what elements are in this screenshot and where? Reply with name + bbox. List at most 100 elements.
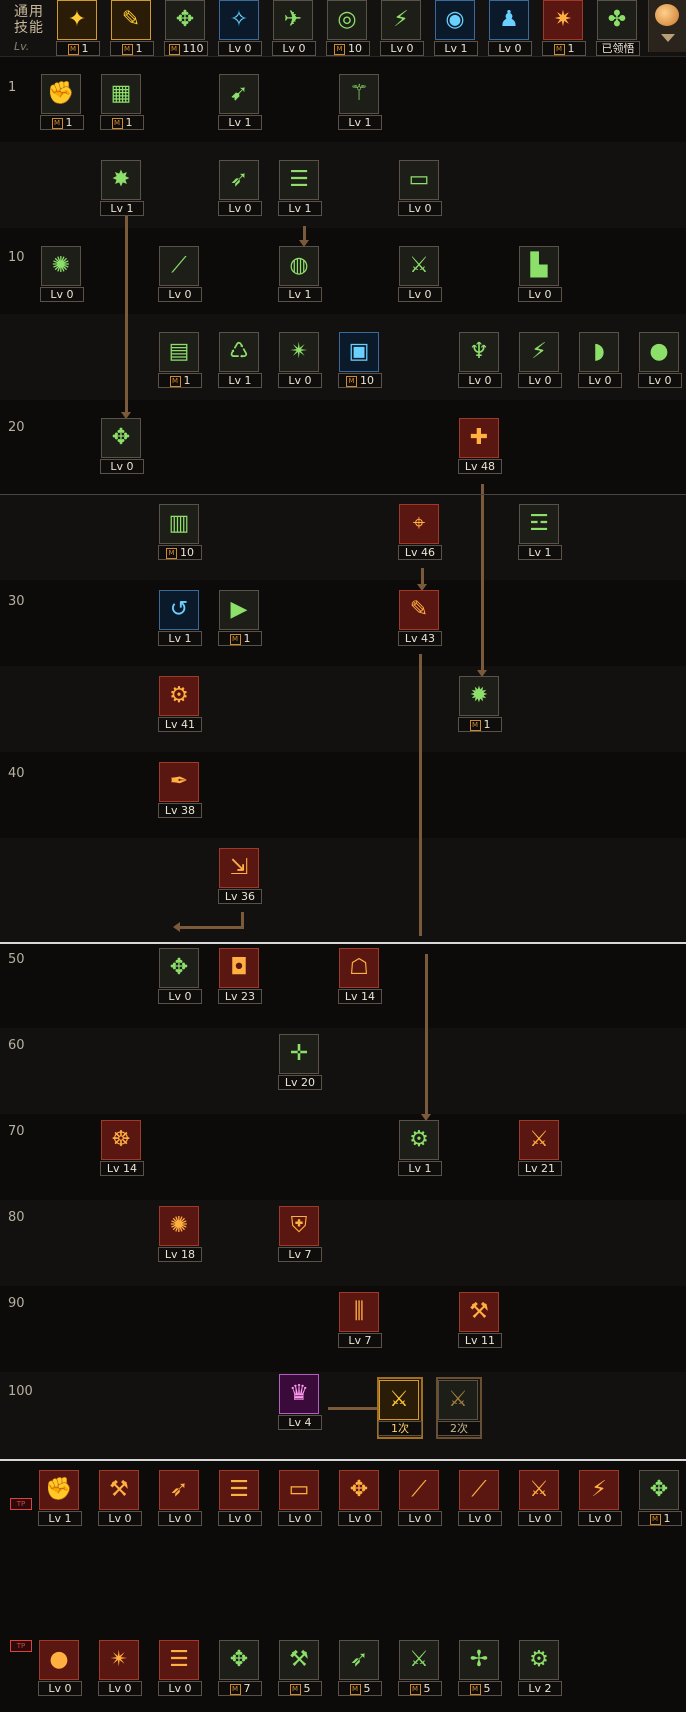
- common-skill-11[interactable]: ✤ 已领悟: [596, 0, 640, 58]
- skill-node[interactable]: ▥ M 10: [158, 504, 202, 562]
- skill-node[interactable]: ⚙ Lv 1: [398, 1120, 442, 1178]
- first-awakening-skill[interactable]: ⚔ 1次: [378, 1380, 422, 1438]
- skill-node[interactable]: ⚙ Lv 41: [158, 676, 202, 734]
- passive-skill[interactable]: ✴ Lv 0: [98, 1640, 142, 1698]
- skill-node[interactable]: ⌖ Lv 46: [398, 504, 442, 562]
- skill-icon: ✥: [219, 1640, 259, 1680]
- skill-icon: ▣: [339, 332, 379, 372]
- skill-node[interactable]: ⇲ Lv 36: [218, 848, 262, 906]
- character-avatar-button[interactable]: [648, 0, 686, 52]
- skill-node[interactable]: ▙ Lv 0: [518, 246, 562, 304]
- skill-node[interactable]: ● Lv 0: [638, 332, 682, 390]
- tier-tab-icon[interactable]: TP: [10, 1498, 32, 1510]
- skill-node[interactable]: ♛ Lv 4: [278, 1374, 322, 1432]
- skill-node[interactable]: ✥ Lv 0: [100, 418, 144, 476]
- skill-level-label: Lv 0: [158, 989, 202, 1004]
- skill-node[interactable]: ✛ Lv 20: [278, 1034, 322, 1092]
- skill-icon: ◎: [327, 0, 367, 40]
- skill-glyph-icon: ✎: [121, 7, 141, 32]
- common-skill-5[interactable]: ✈ Lv 0: [272, 0, 316, 58]
- common-skill-10[interactable]: ✷ M 1: [542, 0, 586, 58]
- passive-skill[interactable]: ⚒ Lv 0: [98, 1470, 142, 1528]
- passive-skill[interactable]: ✥ M 7: [218, 1640, 262, 1698]
- common-skill-3[interactable]: ✥ M 110: [164, 0, 208, 58]
- skill-node[interactable]: ▭ Lv 0: [398, 160, 442, 218]
- skill-node[interactable]: ✊ M 1: [40, 74, 84, 132]
- passive-skill[interactable]: ▭ Lv 0: [278, 1470, 322, 1528]
- skill-glyph-icon: ✈: [283, 7, 303, 32]
- passive-skill[interactable]: ⚡ Lv 0: [578, 1470, 622, 1528]
- common-skill-4[interactable]: ✧ Lv 0: [218, 0, 262, 58]
- common-skill-9[interactable]: ♟ Lv 0: [488, 0, 532, 58]
- skill-glyph-icon: ♛: [289, 1381, 309, 1406]
- skill-node[interactable]: ✚ Lv 48: [458, 418, 502, 476]
- passive-skill[interactable]: ➶ Lv 0: [158, 1470, 202, 1528]
- common-skill-1[interactable]: ✦ M 1: [56, 0, 100, 58]
- common-skills-subtitle: Lv.: [14, 40, 30, 53]
- passive-skill[interactable]: ● Lv 0: [38, 1640, 82, 1698]
- skill-glyph-icon: ☲: [529, 511, 549, 536]
- skill-node[interactable]: ⚒ Lv 11: [458, 1292, 502, 1350]
- passive-skill[interactable]: ✥ Lv 0: [338, 1470, 382, 1528]
- skill-node[interactable]: ⚡ Lv 0: [518, 332, 562, 390]
- skill-node[interactable]: ✒ Lv 38: [158, 762, 202, 820]
- skill-node[interactable]: ⚔ Lv 0: [398, 246, 442, 304]
- skill-level-label: Lv 0: [458, 1511, 502, 1526]
- passive-skill[interactable]: ✥ M 1: [638, 1470, 682, 1528]
- skill-glyph-icon: ✹: [469, 683, 489, 708]
- passive-skill[interactable]: ⚔ M 5: [398, 1640, 442, 1698]
- skill-level-text: 110: [182, 42, 204, 55]
- tree-row-band: [0, 1028, 686, 1114]
- second-awakening-skill[interactable]: ⚔ 2次: [437, 1380, 481, 1438]
- skill-glyph-icon: ✊: [45, 1477, 73, 1502]
- skill-node[interactable]: ▦ M 1: [100, 74, 144, 132]
- passive-skill[interactable]: ☰ Lv 0: [218, 1470, 262, 1528]
- skill-node[interactable]: ➹ Lv 1: [218, 74, 262, 132]
- skill-node[interactable]: ◍ Lv 1: [278, 246, 322, 304]
- passive-skill[interactable]: ☰ Lv 0: [158, 1640, 202, 1698]
- skill-node[interactable]: ⚚ Lv 1: [338, 74, 382, 132]
- passive-skill[interactable]: ⚙ Lv 2: [518, 1640, 562, 1698]
- skill-node[interactable]: ✺ Lv 18: [158, 1206, 202, 1264]
- skill-node[interactable]: ⚔ Lv 21: [518, 1120, 562, 1178]
- skill-node[interactable]: ➶ Lv 0: [218, 160, 262, 218]
- passive-skill[interactable]: ⚔ Lv 0: [518, 1470, 562, 1528]
- skill-node[interactable]: ✴ Lv 0: [278, 332, 322, 390]
- skill-node[interactable]: ▤ M 1: [158, 332, 202, 390]
- connector-line: [303, 226, 306, 240]
- skill-node[interactable]: ✎ Lv 43: [398, 590, 442, 648]
- skill-node[interactable]: ☰ Lv 1: [278, 160, 322, 218]
- skill-node[interactable]: ◘ Lv 23: [218, 948, 262, 1006]
- skill-node[interactable]: ☸ Lv 14: [100, 1120, 144, 1178]
- skill-node[interactable]: ⟋ Lv 0: [158, 246, 202, 304]
- common-skill-7[interactable]: ⚡ Lv 0: [380, 0, 424, 58]
- skill-node[interactable]: ☖ Lv 14: [338, 948, 382, 1006]
- passive-skill[interactable]: ✊ Lv 1: [38, 1470, 82, 1528]
- level-label: 60: [8, 1038, 25, 1053]
- skill-level-label: Lv 0: [638, 373, 682, 388]
- tree-row-band: [0, 1200, 686, 1286]
- passive-skill[interactable]: ✢ M 5: [458, 1640, 502, 1698]
- skill-node[interactable]: ⫼ Lv 7: [338, 1292, 382, 1350]
- common-skill-2[interactable]: ✎ M 1: [110, 0, 154, 58]
- skill-node[interactable]: ♆ Lv 0: [458, 332, 502, 390]
- passive-skill[interactable]: ⟋ Lv 0: [458, 1470, 502, 1528]
- skill-node[interactable]: ✺ Lv 0: [40, 246, 84, 304]
- skill-node[interactable]: ▣ M 10: [338, 332, 382, 390]
- skill-node[interactable]: ▶ M 1: [218, 590, 262, 648]
- skill-node[interactable]: ↺ Lv 1: [158, 590, 202, 648]
- skill-node[interactable]: ♺ Lv 1: [218, 332, 262, 390]
- master-badge-icon: M: [334, 44, 345, 55]
- skill-node[interactable]: ◗ Lv 0: [578, 332, 622, 390]
- skill-node[interactable]: ✸ Lv 1: [100, 160, 144, 218]
- skill-node[interactable]: ☲ Lv 1: [518, 504, 562, 562]
- skill-node[interactable]: ✹ M 1: [458, 676, 502, 734]
- common-skill-6[interactable]: ◎ M 10: [326, 0, 370, 58]
- passive-skill[interactable]: ⟋ Lv 0: [398, 1470, 442, 1528]
- common-skill-8[interactable]: ◉ Lv 1: [434, 0, 478, 58]
- tier-tab-icon[interactable]: TP: [10, 1640, 32, 1652]
- passive-skill[interactable]: ⚒ M 5: [278, 1640, 322, 1698]
- skill-node[interactable]: ✥ Lv 0: [158, 948, 202, 1006]
- passive-skill[interactable]: ➶ M 5: [338, 1640, 382, 1698]
- skill-node[interactable]: ⛨ Lv 7: [278, 1206, 322, 1264]
